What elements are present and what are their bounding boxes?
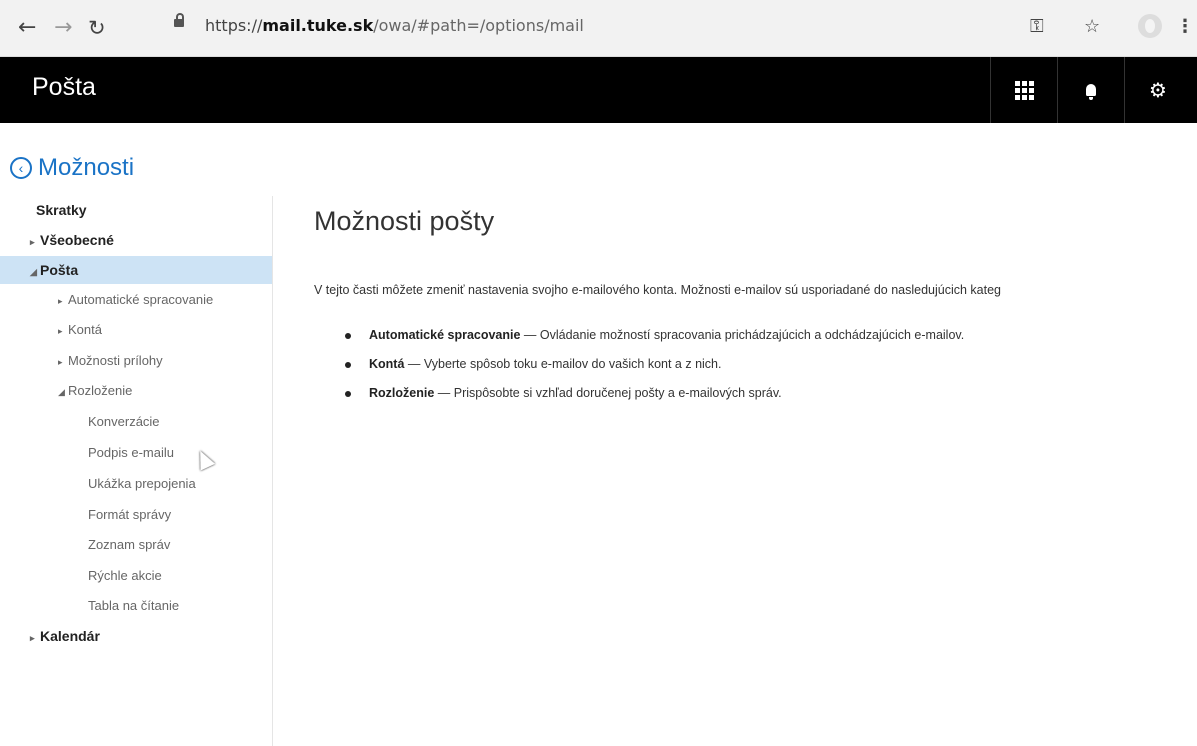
address-bar[interactable]: https://mail.tuke.sk/owa/#path=/options/… (205, 16, 584, 35)
list-item: Rozloženie — Prispôsobte si vzhľad doruč… (345, 386, 964, 415)
key-icon[interactable]: ⚿ (1030, 16, 1044, 37)
sidebar-item-label: Podpis e-mailu (88, 445, 174, 460)
bullet-text: — Vyberte spôsob toku e-mailov do vašich… (404, 357, 722, 371)
expand-arrow-icon: ▸ (30, 237, 35, 247)
settings-button[interactable]: ⚙ (1124, 57, 1191, 123)
back-arrow-icon[interactable]: ← (18, 14, 36, 42)
sidebar-item-label: Formát správy (88, 507, 172, 522)
forward-arrow-icon[interactable]: → (54, 14, 72, 42)
bullet-text: — Prispôsobte si vzhľad doručenej pošty … (434, 386, 782, 400)
menu-kebab-icon[interactable]: ⋮ (1176, 16, 1194, 37)
expand-arrow-icon: ▸ (30, 633, 35, 643)
sidebar-item-rozlozenie[interactable]: ◢ Rozloženie (58, 383, 132, 398)
sidebar-item-vseobecne[interactable]: ▸ Všeobecné (30, 232, 114, 248)
app-header: Pošta ⚙ (0, 57, 1197, 123)
expand-arrow-icon: ▸ (58, 357, 63, 367)
bullet-term: Kontá (369, 357, 405, 371)
sidebar-item-tabla-na-citanie[interactable]: Tabla na čítanie (88, 598, 179, 613)
sidebar-item-label: Zoznam správ (88, 537, 171, 552)
notifications-button[interactable] (1057, 57, 1124, 123)
sidebar-item-automaticke-spracovanie[interactable]: ▸ Automatické spracovanie (58, 292, 213, 307)
sidebar-item-skratky[interactable]: Skratky (36, 202, 87, 218)
bell-icon (1086, 84, 1096, 100)
bullet-text: — Ovládanie možností spracovania prichád… (520, 328, 965, 342)
options-back-link[interactable]: ‹ Možnosti (10, 154, 134, 182)
sidebar-item-label: Rýchle akcie (88, 568, 162, 583)
browser-toolbar: ← → ↻ https://mail.tuke.sk/owa/#path=/op… (0, 0, 1197, 57)
collapse-arrow-icon: ◢ (58, 387, 65, 397)
sidebar-item-label: Automatické spracovanie (68, 292, 214, 307)
app-title: Pošta (32, 73, 96, 101)
options-bullet-list: Automatické spracovanie — Ovládanie možn… (345, 328, 964, 415)
sidebar-item-label: Kalendár (40, 628, 100, 644)
back-circle-icon: ‹ (10, 157, 32, 179)
sidebar-item-konta[interactable]: ▸ Kontá (58, 322, 102, 337)
lock-icon (174, 13, 184, 27)
profile-avatar-icon[interactable] (1138, 14, 1162, 38)
sidebar-item-podpis-e-mailu[interactable]: Podpis e-mailu (88, 445, 174, 460)
sidebar-item-label: Konverzácie (88, 414, 160, 429)
sidebar-item-label: Ukážka prepojenia (88, 476, 196, 491)
list-item: Kontá — Vyberte spôsob toku e-mailov do … (345, 357, 964, 386)
sidebar-item-kalendar[interactable]: ▸ Kalendár (30, 628, 100, 644)
sidebar-item-label: Možnosti prílohy (68, 353, 163, 368)
sidebar-item-moznosti-prilohy[interactable]: ▸ Možnosti prílohy (58, 353, 163, 368)
sidebar-item-zoznam-sprav[interactable]: Zoznam správ (88, 537, 170, 552)
expand-arrow-icon: ▸ (58, 296, 63, 306)
sidebar-item-label: Pošta (40, 262, 79, 278)
sidebar-item-label: Kontá (68, 322, 102, 337)
sidebar-item-ukazka-prepojenia[interactable]: Ukážka prepojenia (88, 476, 196, 491)
sidebar-item-konverzacie[interactable]: Konverzácie (88, 414, 160, 429)
expand-arrow-icon: ▸ (58, 326, 63, 336)
sidebar-item-rychle-akcie[interactable]: Rýchle akcie (88, 568, 162, 583)
gear-icon: ⚙ (1149, 78, 1167, 102)
url-scheme: https:// (205, 16, 263, 35)
intro-text: V tejto časti môžete zmeniť nastavenia s… (314, 283, 1002, 297)
list-item: Automatické spracovanie — Ovládanie možn… (345, 328, 964, 357)
options-header-label: Možnosti (38, 154, 135, 181)
bullet-term: Automatické spracovanie (369, 328, 521, 342)
sidebar-item-label: Tabla na čítanie (88, 598, 180, 613)
bullet-term: Rozloženie (369, 386, 435, 400)
sidebar-item-label: Skratky (36, 202, 87, 218)
url-domain: mail.tuke.sk (262, 16, 374, 35)
sidebar-item-format-spravy[interactable]: Formát správy (88, 507, 171, 522)
star-icon[interactable]: ☆ (1084, 16, 1100, 37)
options-sidebar: Skratky ▸ Všeobecné ◢ Pošta ▸ Automatické s… (0, 196, 273, 746)
app-launcher-icon (1014, 80, 1034, 100)
page-title: Možnosti pošty (314, 206, 495, 236)
url-path: /owa/#path=/options/mail (373, 16, 584, 35)
app-launcher-button[interactable] (990, 57, 1057, 123)
sidebar-item-label: Všeobecné (40, 232, 114, 248)
reload-icon[interactable]: ↻ (88, 14, 106, 42)
collapse-arrow-icon: ◢ (30, 267, 37, 277)
sidebar-item-label: Rozloženie (68, 383, 133, 398)
sidebar-item-posta[interactable]: ◢ Pošta (0, 256, 272, 284)
